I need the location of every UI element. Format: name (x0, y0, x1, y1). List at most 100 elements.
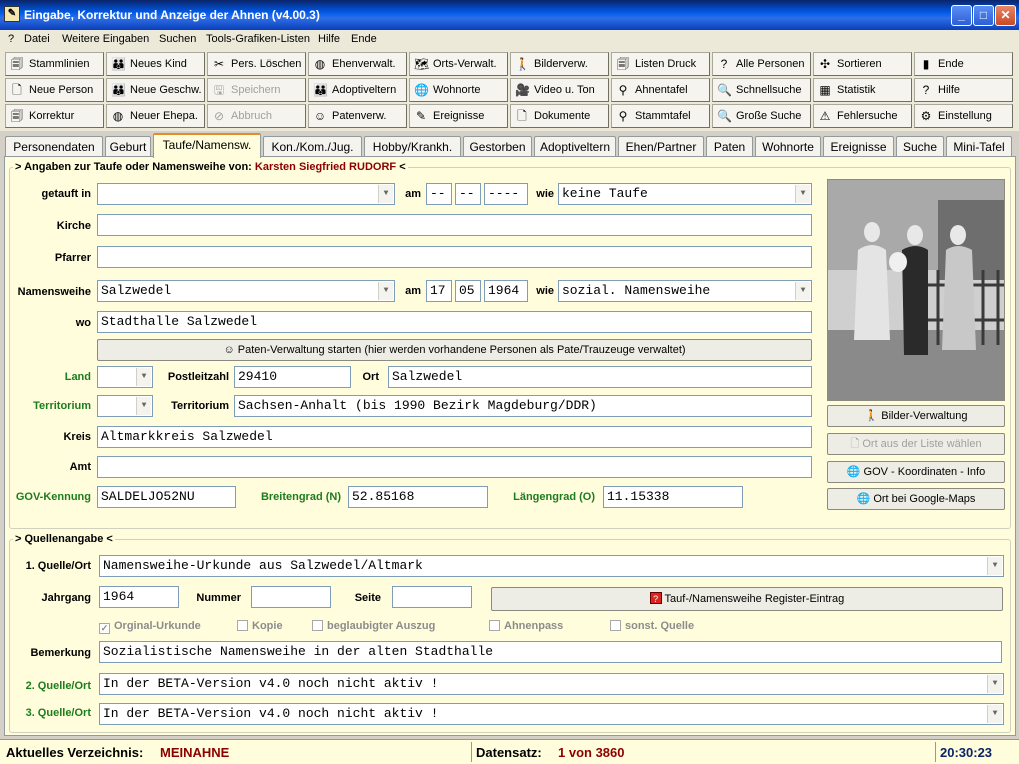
tab-ereignisse[interactable]: Ereignisse (823, 136, 894, 157)
check-kopie[interactable]: Kopie (237, 620, 283, 632)
ort-field[interactable]: Salzwedel (388, 366, 812, 388)
menu-hilfe[interactable]: Hilfe (314, 31, 344, 47)
toolbar-button-stammtafel[interactable]: ⚲ Stammtafel (611, 104, 710, 128)
check-ahnenpass[interactable]: Ahnenpass (489, 620, 563, 632)
menu-ende[interactable]: Ende (347, 31, 381, 47)
nummer-field[interactable] (251, 586, 331, 608)
toolbar-button-schnellsuche[interactable]: 🔍 Schnellsuche (712, 78, 811, 102)
toolbar-button-ahnentafel[interactable]: ⚲ Ahnentafel (611, 78, 710, 102)
close-button[interactable]: ✕ (995, 5, 1016, 26)
land-select[interactable]: ▼ (97, 366, 153, 388)
toolbar-button-stammlinien[interactable]: 🗐 Stammlinien (5, 52, 104, 76)
toolbar-button-dokumente[interactable]: 🗋 Dokumente (510, 104, 609, 128)
toolbar-button-patenverw[interactable]: ☺ Patenverw. (308, 104, 407, 128)
tab-personendaten[interactable]: Personendaten (5, 136, 103, 157)
chevron-down-icon[interactable]: ▼ (987, 557, 1002, 575)
chevron-down-icon[interactable]: ▼ (378, 282, 393, 300)
toolbar-button-pers-löschen[interactable]: ✂ Pers. Löschen (207, 52, 306, 76)
nw-day-field[interactable]: 17 (426, 280, 452, 302)
toolbar-button-neue-geschw[interactable]: 👪 Neue Geschw. (106, 78, 205, 102)
chevron-down-icon[interactable]: ▼ (795, 185, 810, 203)
checkbox[interactable] (610, 620, 621, 631)
pfarrer-field[interactable] (97, 246, 812, 268)
checkbox[interactable] (312, 620, 323, 631)
getauft-select[interactable]: ▼ (97, 183, 395, 205)
q2-select[interactable]: In der BETA-Version v4.0 noch nicht akti… (99, 673, 1004, 695)
menu-datei[interactable]: Datei (20, 31, 54, 47)
q1-select[interactable]: Namensweihe-Urkunde aus Salzwedel/Altmar… (99, 555, 1004, 577)
checkbox[interactable]: ✓ (99, 623, 110, 634)
toolbar-button-speichern[interactable]: 🖫 Speichern (207, 78, 306, 102)
menu-tools[interactable]: Tools-Grafiken-Listen (202, 31, 314, 47)
chevron-down-icon[interactable]: ▼ (378, 185, 393, 203)
check-beglaubigter-auszug[interactable]: beglaubigter Auszug (312, 620, 435, 632)
google-maps-button[interactable]: 🌐 Ort bei Google-Maps (827, 488, 1005, 510)
menu-help-about[interactable]: ? (4, 31, 18, 47)
bemerkung-field[interactable]: Sozialistische Namensweihe in der alten … (99, 641, 1002, 663)
toolbar-button-fehlersuche[interactable]: ⚠ Fehlersuche (813, 104, 912, 128)
menu-suchen[interactable]: Suchen (155, 31, 200, 47)
tab-paten[interactable]: Paten (706, 136, 753, 157)
q3-select[interactable]: In der BETA-Version v4.0 noch nicht akti… (99, 703, 1004, 725)
toolbar-button-wohnorte[interactable]: 🌐 Wohnorte (409, 78, 508, 102)
namensweihe-select[interactable]: Salzwedel ▼ (97, 280, 395, 302)
maximize-button[interactable]: □ (973, 5, 994, 26)
toolbar-button-alle-personen[interactable]: ? Alle Personen (712, 52, 811, 76)
gov-field[interactable]: SALDELJO52NU (97, 486, 236, 508)
laenge-field[interactable]: 11.15338 (603, 486, 743, 508)
toolbar-button-abbruch[interactable]: ⊘ Abbruch (207, 104, 306, 128)
kirche-field[interactable] (97, 214, 812, 236)
toolbar-button-adoptiveltern[interactable]: 👪 Adoptiveltern (308, 78, 407, 102)
toolbar-button-ehenverwalt[interactable]: ◍ Ehenverwalt. (308, 52, 407, 76)
tab-hobby-krankh[interactable]: Hobby/Krankh. (364, 136, 461, 157)
toolbar-button-video-u-ton[interactable]: 🎥 Video u. Ton (510, 78, 609, 102)
territorium-select[interactable]: ▼ (97, 395, 153, 417)
toolbar-button-einstellung[interactable]: ⚙ Einstellung (914, 104, 1013, 128)
breite-field[interactable]: 52.85168 (348, 486, 488, 508)
tab-taufe-namensw[interactable]: Taufe/Namensw. (153, 133, 261, 158)
person-photo[interactable] (827, 179, 1005, 401)
toolbar-button-sortieren[interactable]: ✣ Sortieren (813, 52, 912, 76)
chevron-down-icon[interactable]: ▼ (987, 675, 1002, 693)
toolbar-button-ereignisse[interactable]: ✎ Ereignisse (409, 104, 508, 128)
menu-weitere-eingaben[interactable]: Weitere Eingaben (58, 31, 153, 47)
chevron-down-icon[interactable]: ▼ (136, 368, 151, 386)
jahrgang-field[interactable]: 1964 (99, 586, 179, 608)
tab-ehen-partner[interactable]: Ehen/Partner (618, 136, 704, 157)
nw-year-field[interactable]: 1964 (484, 280, 528, 302)
plz-field[interactable]: 29410 (234, 366, 351, 388)
checkbox[interactable] (237, 620, 248, 631)
toolbar-button-bilderverw[interactable]: 🚶 Bilderverw. (510, 52, 609, 76)
bilder-verwaltung-button[interactable]: 🚶 Bilder-Verwaltung (827, 405, 1005, 427)
taufe-wie-select[interactable]: keine Taufe ▼ (558, 183, 812, 205)
nw-wie-select[interactable]: sozial. Namensweihe ▼ (558, 280, 812, 302)
toolbar-button-hilfe[interactable]: ? Hilfe (914, 78, 1013, 102)
toolbar-button-neue-person[interactable]: 🗋 Neue Person (5, 78, 104, 102)
amt-field[interactable] (97, 456, 812, 478)
toolbar-button-orts-verwalt[interactable]: 🗺 Orts-Verwalt. (409, 52, 508, 76)
taufe-month-field[interactable]: -- (455, 183, 481, 205)
gov-info-button[interactable]: 🌐 GOV - Koordinaten - Info (827, 461, 1005, 483)
check-orginal-urkunde[interactable]: ✓ Orginal-Urkunde (99, 620, 201, 634)
toolbar-button-ende[interactable]: ▮ Ende (914, 52, 1013, 76)
kreis-field[interactable]: Altmarkkreis Salzwedel (97, 426, 812, 448)
paten-verwaltung-button[interactable]: ☺ Paten-Verwaltung starten (hier werden … (97, 339, 812, 361)
tab-suche[interactable]: Suche (896, 136, 944, 157)
taufe-day-field[interactable]: -- (426, 183, 452, 205)
chevron-down-icon[interactable]: ▼ (136, 397, 151, 415)
nw-month-field[interactable]: 05 (455, 280, 481, 302)
toolbar-button-korrektur[interactable]: 🗐 Korrektur (5, 104, 104, 128)
taufe-year-field[interactable]: ---- (484, 183, 528, 205)
minimize-button[interactable]: _ (951, 5, 972, 26)
wo-field[interactable]: Stadthalle Salzwedel (97, 311, 812, 333)
chevron-down-icon[interactable]: ▼ (795, 282, 810, 300)
toolbar-button-große-suche[interactable]: 🔍 Große Suche (712, 104, 811, 128)
register-eintrag-button[interactable]: ? Tauf-/Namensweihe Register-Eintrag (491, 587, 1003, 611)
tab-geburt[interactable]: Geburt (105, 136, 151, 157)
tab-gestorben[interactable]: Gestorben (463, 136, 532, 157)
tab-adoptiveltern[interactable]: Adoptiveltern (534, 136, 616, 157)
toolbar-button-statistik[interactable]: ▦ Statistik (813, 78, 912, 102)
territorium-field[interactable]: Sachsen-Anhalt (bis 1990 Bezirk Magdebur… (234, 395, 812, 417)
seite-field[interactable] (392, 586, 472, 608)
toolbar-button-neuer-ehepa[interactable]: ◍ Neuer Ehepa. (106, 104, 205, 128)
